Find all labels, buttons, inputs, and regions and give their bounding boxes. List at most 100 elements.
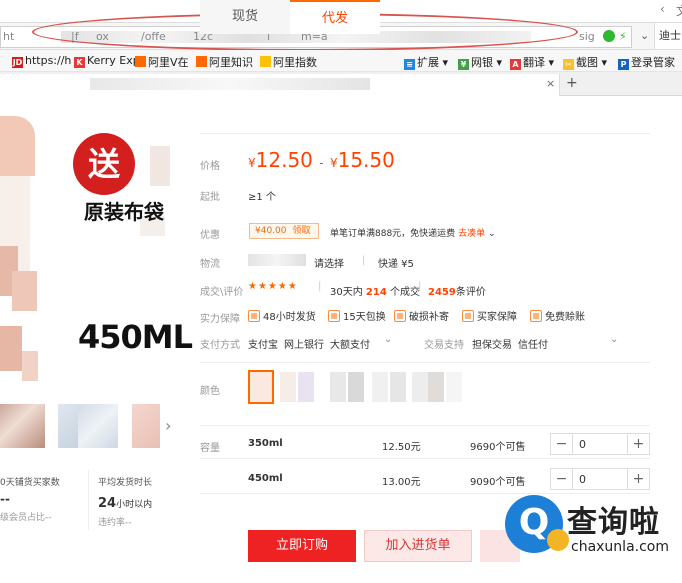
variant-size: 450ml [248,473,283,484]
trade-escrow: 担保交易 [472,340,512,351]
quantity-input[interactable]: 0 [579,438,586,451]
guarantee-credit[interactable]: 免费赊账 [530,308,585,323]
watermark-logo-icon: Q [505,495,569,553]
browser-tab[interactable]: × [0,74,560,96]
thumbnail-4[interactable] [132,404,160,448]
color-swatch[interactable] [280,372,296,402]
thumbnail-next-icon[interactable]: › [165,416,171,435]
variant-stock: 9690个可售 [470,442,526,453]
buy-now-button[interactable]: 立即订购 [248,530,356,562]
jd-icon: JD [12,57,23,68]
gift-text: 原装布袋 [84,200,164,224]
bank-menu[interactable]: ¥ 网银 ▾ [458,54,502,70]
shipping-label: 物流 [200,259,220,270]
decrease-button[interactable]: − [551,469,573,489]
tab-spot-goods[interactable]: 现货 [200,0,290,34]
increase-button[interactable]: + [627,434,649,454]
variant-price: 13.00元 [382,477,421,488]
translate-icon[interactable]: 文 [676,2,682,19]
bookmark-jd[interactable]: JD https://h [12,54,71,68]
guarantee-48h[interactable]: 48小时发货 [248,308,316,323]
shipping-origin-redacted [248,254,306,266]
thumbnail-1[interactable] [0,404,45,448]
screenshot-menu[interactable]: ✂ 截图 ▾ [563,54,607,70]
shipping-method: 快递 ¥5 [378,259,414,270]
thumbnail-2[interactable] [58,404,78,448]
bookmark-ali-3[interactable]: 阿里指数 [260,54,317,70]
guarantee-buyer[interactable]: 买家保障 [462,308,517,323]
color-swatch[interactable] [298,372,314,402]
watermark-name: 查询啦 [567,505,660,540]
bookmarks-bar: JD https://h K Kerry Exp 阿里V在 阿里知识 阿里指数 ≡ 扩… [0,50,682,72]
separator: | [362,255,366,266]
trade-support-label: 交易支持 [424,340,464,351]
trade-dropdown-icon[interactable]: ⌄ [610,334,618,345]
color-swatch[interactable] [446,372,462,402]
back-icon[interactable]: ‹ [660,2,665,16]
variant-row: 450ml 13.00元 9090个可售 − 0 + [200,464,650,494]
deal-count: 30天内 214 个成交 [330,287,420,298]
security-icon[interactable] [603,30,615,42]
color-swatch[interactable] [372,372,388,402]
scissors-icon: ✂ [563,59,574,70]
payment-online-bank: 网上银行 [284,340,324,351]
coupon-button[interactable]: ¥40.00 领取 [249,223,319,239]
url-fragment: sig [579,30,595,43]
login-manager[interactable]: P 登录管家 [618,54,675,70]
payment-alipay: 支付宝 [248,340,278,351]
separator: | [318,281,322,292]
dropdown-arrow-icon[interactable]: ⌄ [640,29,649,42]
bank-icon: ¥ [458,59,469,70]
close-tab-icon[interactable]: × [546,77,555,90]
tab-title-redacted [90,78,370,90]
seller-stat-buyers: 0天铺货买家数 -- 级会员占比-- [0,478,60,523]
guarantee-icon [530,310,542,322]
quantity-input[interactable]: 0 [579,473,586,486]
guarantee-icon [248,310,260,322]
k-icon: K [74,57,85,68]
color-swatch[interactable] [428,372,444,402]
lightning-icon[interactable]: ⚡ [619,27,627,47]
color-swatch-selected[interactable] [248,370,274,404]
seller-stat-delivery: 平均发货时长 24小时以内 违约率-- [98,478,153,528]
new-tab-button[interactable]: + [566,75,578,91]
decrease-button[interactable]: − [551,434,573,454]
variant-price: 12.50元 [382,442,421,453]
promo-label: 优惠 [200,230,220,241]
translate-menu[interactable]: A 翻译 ▾ [510,54,554,70]
offer-tabs [200,100,650,134]
review-count[interactable]: 2459条评价 [428,283,486,298]
tab-strip: × + [0,72,682,96]
extension-icon: ≡ [404,59,415,70]
payment-large: 大额支付 [330,340,370,351]
guarantee-exchange[interactable]: 15天包换 [328,308,386,323]
gift-badge: 送 [73,133,135,195]
rating-stars: ★★★★★ [248,281,298,292]
color-swatch[interactable] [412,372,428,402]
color-swatch[interactable] [330,372,346,402]
price-range: ¥12.50 - ¥15.50 [248,148,395,172]
color-swatch[interactable] [348,372,364,402]
promo-link[interactable]: 去凑单 [458,229,485,239]
translate-icon: A [510,59,521,70]
payment-dropdown-icon[interactable]: ⌄ [384,334,392,345]
key-icon: P [618,59,629,70]
shipping-select[interactable]: 请选择 [314,255,344,270]
search-engine-field[interactable]: 迪士 [654,23,682,49]
capacity-text: 450ML [78,318,193,356]
variant-divider [200,425,650,426]
bookmark-ali-1[interactable]: 阿里V在 [135,54,189,70]
guarantee-icon [394,310,406,322]
bookmark-ali-2[interactable]: 阿里知识 [196,54,253,70]
bookmark-kerry[interactable]: K Kerry Exp [74,54,140,68]
variant-size: 350ml [248,438,283,449]
color-swatch[interactable] [390,372,406,402]
increase-button[interactable]: + [627,469,649,489]
add-to-cart-button[interactable]: 加入进货单 [364,530,472,562]
ali-icon [135,56,146,67]
guarantee-damage[interactable]: 破损补寄 [394,308,449,323]
extensions-menu[interactable]: ≡ 扩展 ▾ [404,54,448,70]
tab-dropship[interactable]: 代发 [290,0,380,34]
url-prefix: ht [3,30,15,43]
thumbnail-3[interactable] [78,404,118,448]
